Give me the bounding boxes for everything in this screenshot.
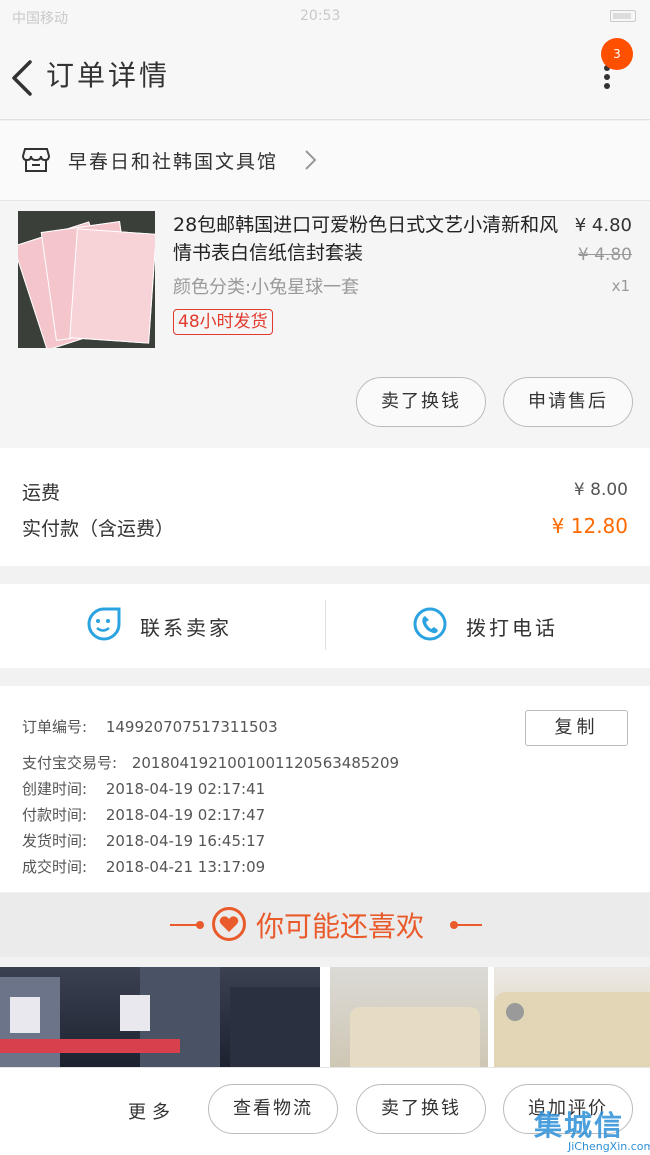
- shipping-tag: 48小时发货: [173, 309, 273, 335]
- completed-time-row: 成交时间: 2018-04-21 13:17:09: [22, 856, 265, 877]
- completed-time-value: 2018-04-21 13:17:09: [105, 858, 266, 876]
- product-item[interactable]: 28包邮韩国进口可爱粉色日式文艺小清新和风情书表白信纸信封套装 颜色分类:小兔星…: [0, 201, 650, 448]
- product-image[interactable]: [18, 211, 155, 348]
- recommend-list: [0, 967, 650, 1067]
- fee-summary: 运费 ¥ 8.00 实付款（含运费） ¥ 12.80: [0, 448, 650, 566]
- shipped-time-value: 2018-04-19 16:45:17: [105, 832, 266, 850]
- watermark-logo: 集城信: [534, 1109, 625, 1142]
- decor-dot: [196, 921, 204, 929]
- page-title: 订单详情: [46, 59, 171, 92]
- status-bar: 中国移动 20:53: [0, 0, 650, 32]
- total-label: 实付款（含运费）: [22, 518, 175, 540]
- recommend-item-image[interactable]: [330, 967, 488, 1067]
- recommend-item-image[interactable]: [0, 967, 320, 1067]
- watermark-url: JiChengXin.com: [568, 1140, 650, 1153]
- product-quantity: x1: [611, 277, 630, 295]
- created-time-value: 2018-04-19 02:17:41: [105, 780, 266, 798]
- alipay-number-label: 支付宝交易号:: [22, 754, 118, 772]
- product-title[interactable]: 28包邮韩国进口可爱粉色日式文艺小清新和风情书表白信纸信封套装: [173, 211, 568, 267]
- contact-seller-label: 联系卖家: [140, 616, 232, 640]
- carrier-label: 中国移动: [12, 11, 68, 27]
- paid-time-row: 付款时间: 2018-04-19 02:17:47: [22, 804, 265, 825]
- battery-icon: [610, 8, 636, 24]
- contact-bar: 联系卖家 拨打电话: [0, 584, 650, 668]
- chat-face-icon: [87, 607, 121, 641]
- resell-button-bottom[interactable]: 卖了换钱: [356, 1084, 486, 1134]
- message-badge: 3: [601, 38, 633, 70]
- shipped-time-row: 发货时间: 2018-04-19 16:45:17: [22, 830, 265, 851]
- recommend-title: 你可能还喜欢: [256, 910, 425, 943]
- product-price: ¥ 4.80: [574, 215, 632, 236]
- shipped-time-label: 发货时间:: [22, 832, 88, 850]
- alipay-number-value: 2018041921001001120563485209: [131, 754, 400, 772]
- recommend-item-image[interactable]: [494, 967, 650, 1067]
- call-label: 拨打电话: [466, 616, 558, 640]
- heart-icon: [212, 907, 246, 941]
- order-number-row: 订单编号: 149920707517311503: [22, 716, 278, 737]
- recommend-header: 你可能还喜欢: [0, 893, 650, 957]
- view-logistics-button[interactable]: 查看物流: [208, 1084, 338, 1134]
- shop-name[interactable]: 早春日和社韩国文具馆: [68, 147, 278, 174]
- shipping-label: 运费: [22, 482, 61, 504]
- completed-time-label: 成交时间:: [22, 858, 88, 876]
- chevron-right-icon: [303, 149, 317, 175]
- paid-time-value: 2018-04-19 02:17:47: [105, 806, 266, 824]
- shipping-value: ¥ 8.00: [573, 480, 628, 500]
- decor-line: [452, 924, 482, 926]
- call-button[interactable]: 拨打电话: [326, 584, 650, 668]
- shop-icon: [21, 147, 51, 177]
- created-time-row: 创建时间: 2018-04-19 02:17:41: [22, 778, 265, 799]
- shop-bar[interactable]: 早春日和社韩国文具馆: [0, 121, 650, 201]
- back-chevron-icon[interactable]: [8, 58, 38, 98]
- contact-seller-button[interactable]: 联系卖家: [0, 584, 325, 668]
- after-sale-button[interactable]: 申请售后: [503, 377, 633, 427]
- created-time-label: 创建时间:: [22, 780, 88, 798]
- paid-time-label: 付款时间:: [22, 806, 88, 824]
- nav-header: 订单详情 3: [0, 32, 650, 120]
- more-button[interactable]: 更多: [128, 1098, 176, 1124]
- status-time: 20:53: [300, 8, 341, 24]
- resell-button[interactable]: 卖了换钱: [356, 377, 486, 427]
- total-value: ¥ 12.80: [551, 514, 628, 538]
- order-number-value: 149920707517311503: [105, 718, 278, 736]
- copy-button[interactable]: 复制: [525, 710, 628, 746]
- alipay-number-row: 支付宝交易号: 2018041921001001120563485209: [22, 752, 399, 773]
- order-number-label: 订单编号:: [22, 718, 88, 736]
- product-spec: 颜色分类:小兔星球一套: [173, 277, 360, 298]
- original-price: ¥ 4.80: [577, 245, 632, 265]
- order-info: 订单编号: 149920707517311503 复制 支付宝交易号: 2018…: [0, 686, 650, 892]
- phone-icon: [413, 607, 447, 641]
